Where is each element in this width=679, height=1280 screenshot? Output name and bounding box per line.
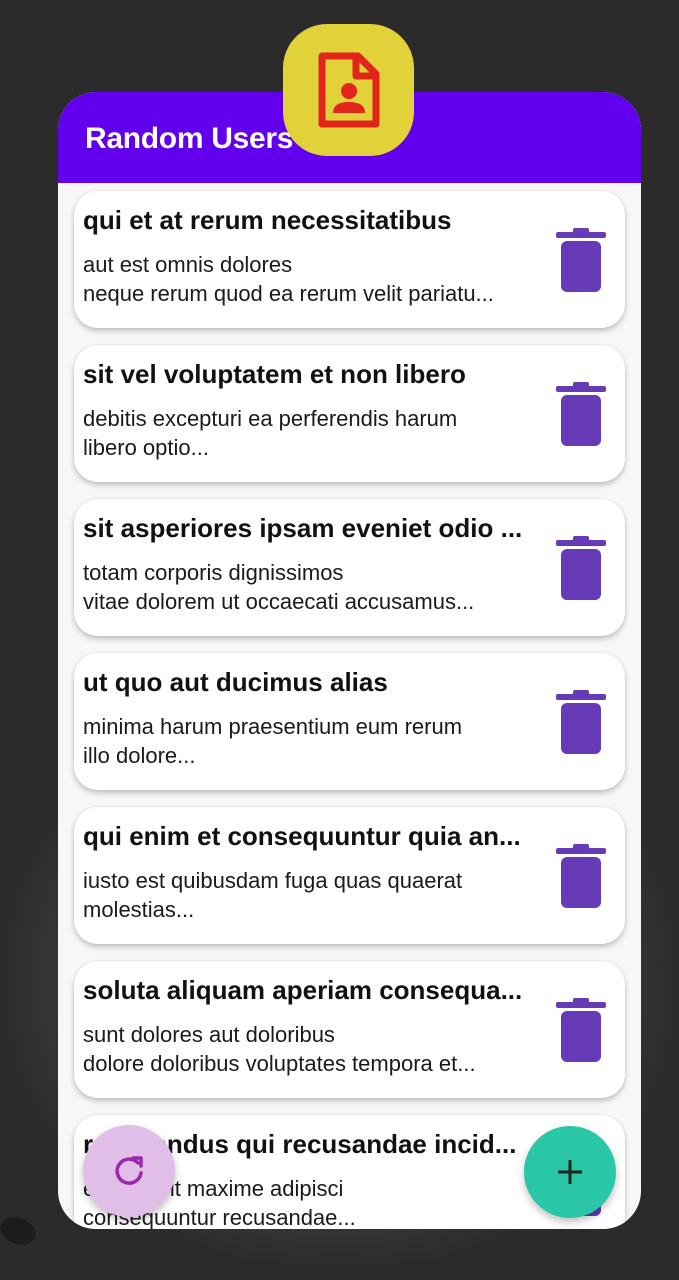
- item-body: totam corporis dignissimos vitae dolorem…: [83, 558, 543, 616]
- item-title: soluta aliquam aperiam consequa...: [83, 975, 523, 1005]
- add-button[interactable]: [524, 1126, 616, 1218]
- item-title: ut quo aut ducimus alias: [83, 667, 388, 697]
- delete-icon[interactable]: [556, 998, 606, 1062]
- item-body-line: dolore doloribus voluptates tempora et..…: [83, 1051, 476, 1076]
- delete-icon[interactable]: [556, 382, 606, 446]
- item-title: sit vel voluptatem et non libero: [83, 359, 466, 389]
- item-body-line: illo dolore...: [83, 743, 196, 768]
- list-item[interactable]: sit vel voluptatem et non libero debitis…: [74, 345, 625, 482]
- app-window[interactable]: Random Users qui et at rerum necessitati…: [58, 92, 641, 1229]
- item-body-line: iusto est quibusdam fuga quas quaerat: [83, 868, 463, 893]
- refresh-icon: [115, 1156, 143, 1185]
- item-body-line: minima harum praesentium eum rerum: [83, 714, 463, 739]
- item-body: sunt dolores aut doloribus dolore dolori…: [83, 1020, 543, 1078]
- list-item[interactable]: ut quo aut ducimus alias minima harum pr…: [74, 653, 625, 790]
- list-item[interactable]: sit asperiores ipsam eveniet odio ... to…: [74, 499, 625, 636]
- contact-document-icon: [283, 24, 414, 156]
- app-title: Random Users: [85, 122, 294, 155]
- list-item[interactable]: soluta aliquam aperiam consequa... sunt …: [74, 961, 625, 1098]
- item-body: aut est omnis dolores neque rerum quod e…: [83, 250, 543, 308]
- item-body: debitis excepturi ea perferendis harum l…: [83, 404, 543, 462]
- item-body-line: neque rerum quod ea rerum velit pariatu.…: [83, 281, 494, 306]
- item-body-line: debitis excepturi ea perferendis harum: [83, 406, 458, 431]
- delete-icon[interactable]: [556, 844, 606, 908]
- list-item[interactable]: qui enim et consequuntur quia an... iust…: [74, 807, 625, 944]
- delete-icon[interactable]: [556, 536, 606, 600]
- refresh-button[interactable]: [83, 1125, 175, 1217]
- list-item[interactable]: qui et at rerum necessitatibus aut est o…: [74, 191, 625, 328]
- item-body-line: libero optio...: [83, 435, 209, 460]
- item-title: qui enim et consequuntur quia an...: [83, 821, 521, 851]
- item-body-line: molestias...: [83, 897, 195, 922]
- delete-icon[interactable]: [556, 228, 606, 292]
- plus-icon: [558, 1160, 582, 1184]
- post-list[interactable]: qui et at rerum necessitatibus aut est o…: [58, 183, 641, 1229]
- item-title: qui et at rerum necessitatibus: [83, 205, 452, 235]
- item-body: iusto est quibusdam fuga quas quaerat mo…: [83, 866, 543, 924]
- delete-icon[interactable]: [556, 690, 606, 754]
- item-body-line: aut est omnis dolores: [83, 252, 293, 277]
- item-body-line: totam corporis dignissimos: [83, 560, 344, 585]
- item-title: sit asperiores ipsam eveniet odio ...: [83, 513, 523, 543]
- item-body-line: sunt dolores aut doloribus: [83, 1022, 335, 1047]
- item-body-line: vitae dolorem ut occaecati accusamus...: [83, 589, 475, 614]
- item-body: minima harum praesentium eum rerum illo …: [83, 712, 543, 770]
